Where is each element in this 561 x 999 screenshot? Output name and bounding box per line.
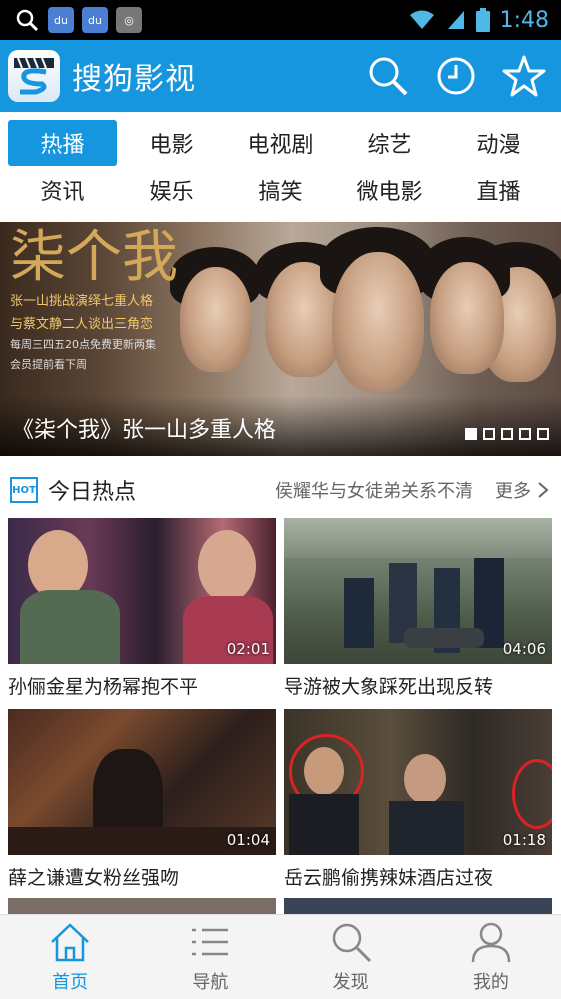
- wifi-icon: [409, 10, 434, 29]
- search-button[interactable]: [365, 53, 411, 99]
- nav-guide[interactable]: 导航: [140, 915, 280, 999]
- nav-label: 发现: [332, 972, 369, 993]
- nav-label: 导航: [192, 972, 229, 993]
- tab-microfilm[interactable]: 微电影: [335, 167, 444, 213]
- baidu-icon: du: [82, 7, 108, 33]
- tab-live[interactable]: 直播: [444, 167, 553, 213]
- list-icon: [192, 928, 229, 956]
- history-icon: [437, 57, 475, 95]
- carousel-dot[interactable]: [519, 428, 531, 440]
- tab-movies[interactable]: 电影: [117, 120, 226, 166]
- hot-badge: HOT: [10, 477, 38, 503]
- poster-line: 张一山挑战演绎七重人格: [10, 294, 154, 309]
- app-title: 搜狗影视: [72, 62, 196, 97]
- clock: 1:48: [499, 7, 549, 33]
- video-thumbnail[interactable]: 04:06: [284, 518, 552, 664]
- history-button[interactable]: [433, 53, 479, 99]
- tab-variety[interactable]: 综艺: [335, 120, 444, 166]
- more-label: 更多: [495, 481, 531, 502]
- section-title: 今日热点: [48, 480, 137, 505]
- tab-funny[interactable]: 搞笑: [226, 167, 335, 213]
- baidu-icon: du: [48, 7, 74, 33]
- video-title: 导游被大象踩死出现反转: [284, 676, 494, 698]
- app-logo: [8, 50, 60, 102]
- app-icon: ◎: [116, 7, 142, 33]
- video-card[interactable]: 01:18 岳云鹏偷携辣妹酒店过夜: [284, 709, 552, 890]
- tab-entertainment[interactable]: 娱乐: [117, 167, 226, 213]
- nav-me[interactable]: 我的: [421, 915, 561, 999]
- carousel-dot[interactable]: [465, 428, 477, 440]
- favorite-button[interactable]: [501, 53, 547, 99]
- more-button[interactable]: 更多: [495, 477, 561, 503]
- video-thumbnail[interactable]: 01:18: [284, 709, 552, 855]
- signal-icon: [447, 11, 464, 29]
- poster-note: 会员提前看下周: [10, 358, 87, 371]
- app-bar: 搜狗影视: [0, 40, 561, 112]
- video-thumbnail[interactable]: 02:01: [8, 518, 276, 664]
- video-title: 岳云鹏偷携辣妹酒店过夜: [284, 867, 494, 889]
- chevron-right-icon: [538, 482, 549, 498]
- nav-label: 我的: [472, 972, 509, 993]
- carousel-indicator: [465, 428, 549, 440]
- video-card[interactable]: 01:04 薛之谦遭女粉丝强吻: [8, 709, 276, 890]
- video-duration: 01:18: [502, 831, 546, 849]
- tab-hot[interactable]: 热播: [8, 120, 117, 166]
- carousel-dot[interactable]: [537, 428, 549, 440]
- video-card[interactable]: 04:06 导游被大象踩死出现反转: [284, 518, 552, 699]
- video-title: 薛之谦遭女粉丝强吻: [8, 867, 180, 889]
- poster-note: 每周三四五20点免费更新两集: [10, 338, 156, 351]
- video-thumbnail[interactable]: 01:04: [8, 709, 276, 855]
- next-row-peek: [0, 898, 561, 914]
- search-icon: [332, 923, 371, 963]
- tab-anime[interactable]: 动漫: [444, 120, 553, 166]
- video-card[interactable]: 02:01 孙俪金星为杨幂抱不平: [8, 518, 276, 699]
- home-icon: [51, 923, 89, 962]
- featured-banner[interactable]: 柒个我 张一山挑战演绎七重人格 与蔡文静二人谈出三角恋 每周三四五20点免费更新…: [0, 222, 561, 456]
- carousel-dot[interactable]: [483, 428, 495, 440]
- banner-caption: 《柒个我》张一山多重人格: [12, 418, 277, 443]
- video-duration: 02:01: [226, 640, 270, 658]
- poster-title: 柒个我: [10, 225, 178, 290]
- nav-home[interactable]: 首页: [0, 915, 140, 999]
- search-icon: [16, 9, 39, 32]
- category-tabs: 热播 电影 电视剧 综艺 动漫 资讯 娱乐 搞笑 微电影 直播: [0, 112, 561, 222]
- nav-label: 首页: [52, 972, 89, 993]
- battery-icon: [475, 8, 490, 32]
- bottom-navigation: 首页 导航 发现 我的: [0, 914, 561, 999]
- carousel-dot[interactable]: [501, 428, 513, 440]
- video-duration: 01:04: [226, 831, 270, 849]
- user-icon: [471, 922, 511, 963]
- search-icon: [369, 57, 408, 96]
- tab-news[interactable]: 资讯: [8, 167, 117, 213]
- nav-discover[interactable]: 发现: [281, 915, 421, 999]
- hot-section-header: HOT 今日热点 侯耀华与女徒弟关系不清 更多: [0, 470, 561, 510]
- status-bar: du du ◎ 1:48: [0, 0, 561, 40]
- star-icon: [502, 55, 546, 97]
- poster-line: 与蔡文静二人谈出三角恋: [10, 317, 154, 332]
- hot-headline-link[interactable]: 侯耀华与女徒弟关系不清: [275, 477, 473, 503]
- video-duration: 04:06: [502, 640, 546, 658]
- video-title: 孙俪金星为杨幂抱不平: [8, 676, 199, 698]
- tab-tv[interactable]: 电视剧: [226, 120, 335, 166]
